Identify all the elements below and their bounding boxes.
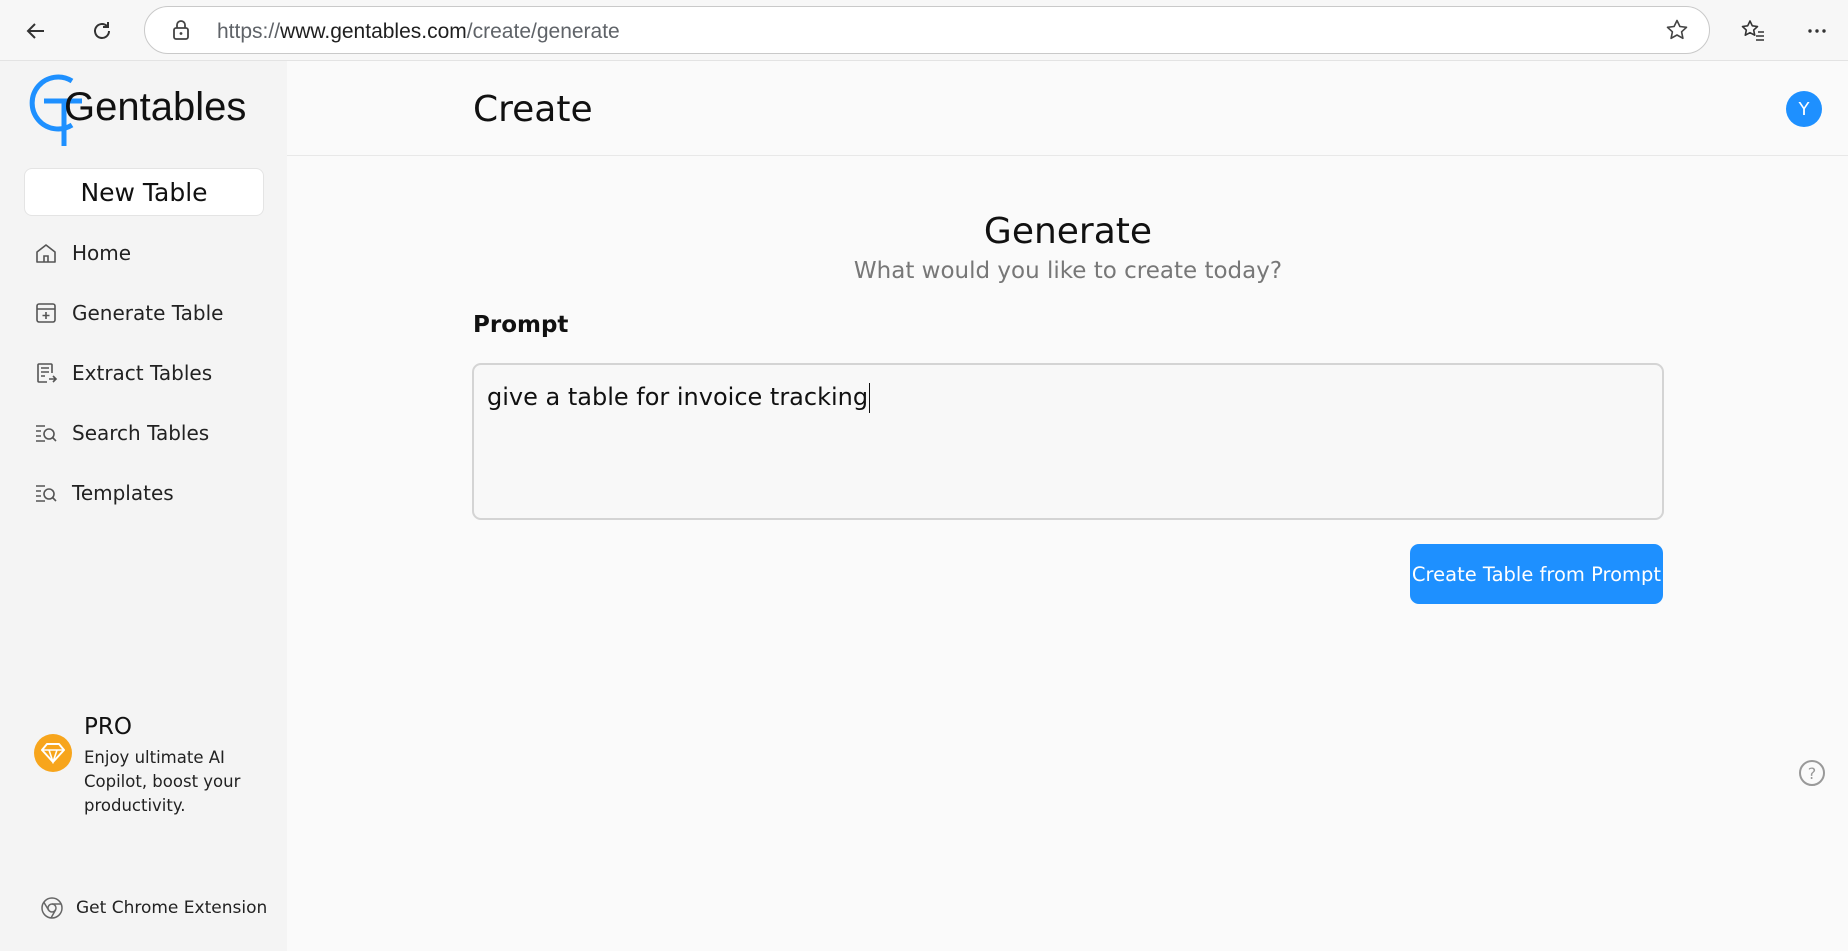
- generate-heading: Generate: [983, 211, 1153, 252]
- diamond-icon: [34, 734, 72, 772]
- main-header: Create Y: [287, 61, 1848, 156]
- sidebar-item-label: Search Tables: [72, 421, 210, 445]
- search-list-icon: [32, 419, 60, 447]
- extract-icon: [32, 359, 60, 387]
- sidebar-item-label: Generate Table: [72, 301, 224, 325]
- home-icon: [32, 239, 60, 267]
- favorites-list-icon: [1741, 20, 1764, 41]
- reload-button[interactable]: [82, 11, 122, 51]
- sidebar-item-generate-table[interactable]: Generate Table: [32, 293, 268, 333]
- back-arrow-icon: [26, 23, 44, 39]
- chrome-extension-link[interactable]: Get Chrome Extension: [40, 896, 267, 920]
- back-button[interactable]: [16, 11, 56, 51]
- prompt-textarea[interactable]: give a table for invoice tracking: [472, 363, 1664, 520]
- chrome-icon: [41, 897, 63, 919]
- templates-icon: [32, 479, 60, 507]
- sidebar-item-label: Extract Tables: [72, 361, 213, 385]
- help-icon[interactable]: ?: [1799, 760, 1825, 786]
- prompt-label: Prompt: [473, 312, 569, 338]
- add-table-icon: [32, 299, 60, 327]
- new-table-button[interactable]: New Table: [24, 168, 264, 216]
- prompt-text-value: give a table for invoice tracking: [487, 383, 871, 413]
- chrome-extension-label: Get Chrome Extension: [76, 898, 268, 918]
- more-menu-button[interactable]: [1797, 11, 1837, 51]
- sidebar-item-templates[interactable]: Templates: [32, 473, 268, 513]
- favorites-button[interactable]: [1733, 11, 1773, 51]
- more-icon: [1808, 29, 1826, 33]
- text-caret: [869, 383, 871, 413]
- logo-text: Gentables: [64, 85, 247, 129]
- sidebar-item-label: Home: [72, 241, 132, 265]
- pro-description: Enjoy ultimate AI Copilot, boost your pr…: [84, 748, 241, 815]
- sidebar-item-search-tables[interactable]: Search Tables: [32, 413, 268, 453]
- url-path: /create/generate: [466, 20, 620, 43]
- reload-icon: [94, 22, 110, 39]
- sidebar-item-label: Templates: [72, 481, 174, 505]
- browser-toolbar: https://www.gentables.com/create/generat…: [0, 0, 1848, 61]
- favorite-star-icon[interactable]: [1665, 18, 1689, 47]
- url-host: www.gentables.com: [280, 20, 467, 43]
- url-scheme: https://: [217, 20, 281, 43]
- lock-icon: [171, 19, 191, 46]
- sidebar-item-home[interactable]: Home: [32, 233, 268, 273]
- page-title: Create: [473, 89, 593, 130]
- pro-title: PRO: [84, 714, 132, 740]
- prompt-value: give a table for invoice tracking: [487, 383, 869, 411]
- address-bar[interactable]: https://www.gentables.com/create/generat…: [144, 6, 1710, 54]
- sidebar-item-extract-tables[interactable]: Extract Tables: [32, 353, 268, 393]
- generate-subheading: What would you like to create today?: [853, 258, 1283, 284]
- avatar[interactable]: Y: [1786, 91, 1822, 127]
- create-table-button[interactable]: Create Table from Prompt: [1410, 544, 1663, 604]
- url-text: https://www.gentables.com/create/generat…: [217, 20, 620, 44]
